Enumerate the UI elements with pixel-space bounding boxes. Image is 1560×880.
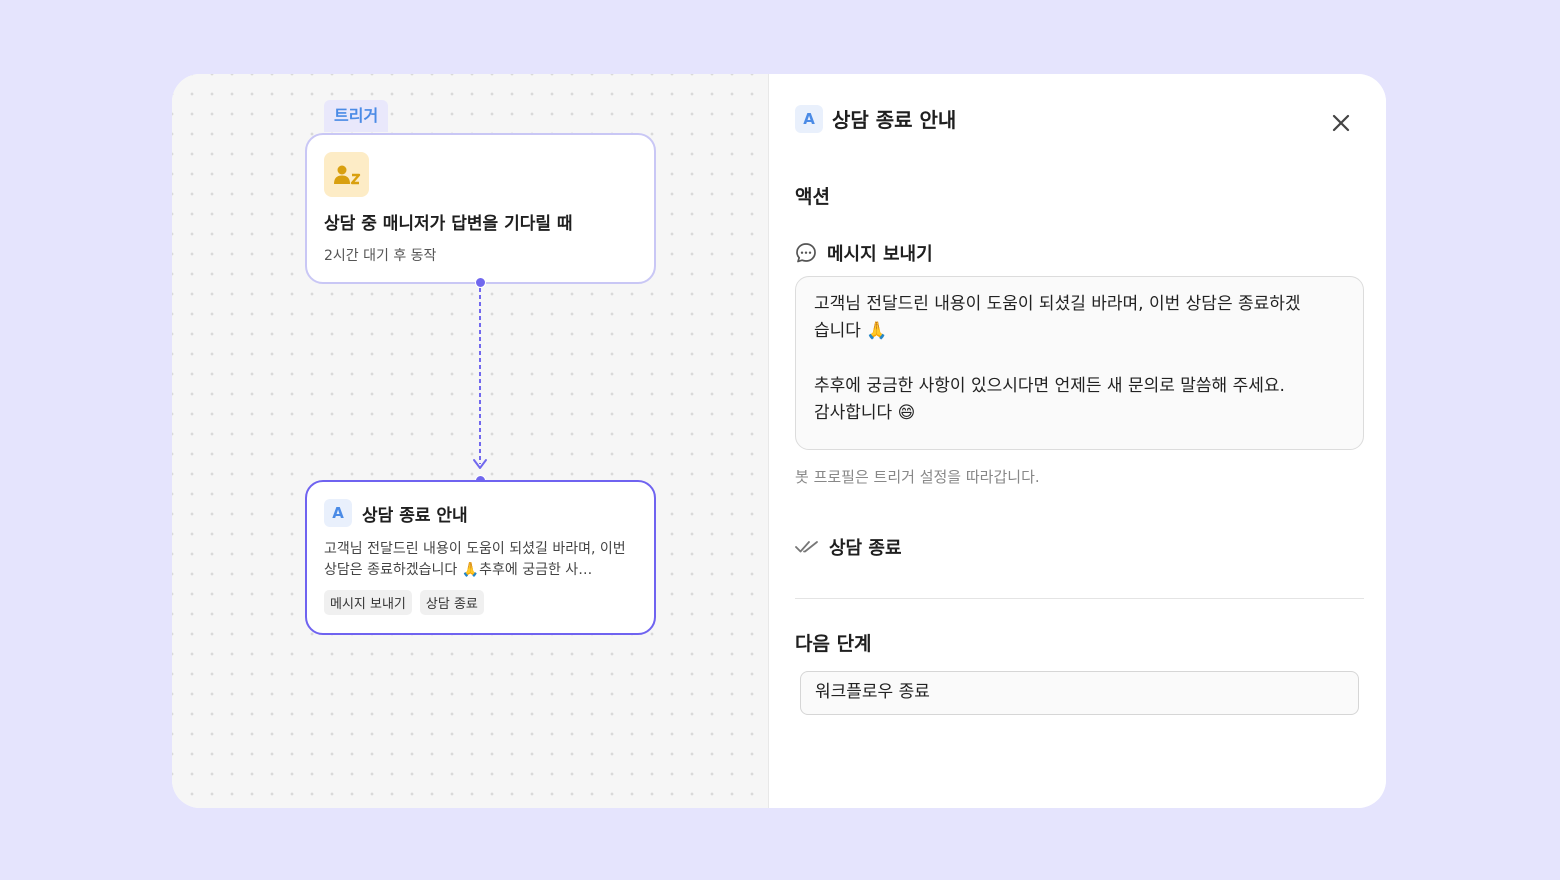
connector-arrow-icon xyxy=(473,459,487,469)
message-line: 고객님 전달드린 내용이 도움이 되셨길 바라며, 이번 상담은 종료하겠 xyxy=(814,294,1301,314)
message-textarea[interactable]: 고객님 전달드린 내용이 도움이 되셨길 바라며, 이번 상담은 종료하겠 습니… xyxy=(795,276,1364,450)
chip-send-message: 메시지 보내기 xyxy=(324,590,412,615)
action-node-description: 고객님 전달드린 내용이 도움이 되셨길 바라며, 이번 상담은 종료하겠습니다… xyxy=(324,541,626,578)
message-line: 추후에 궁금한 사항이 있으시다면 언제든 새 문의로 말씀해 주세요. xyxy=(814,376,1285,396)
workflow-editor: 트리거 상담 중 매니저가 답변을 기다릴 때 2시간 대기 후 동작 A 상담… xyxy=(172,74,1386,808)
connector-line xyxy=(479,288,481,464)
trigger-subtitle: 2시간 대기 후 동작 xyxy=(324,248,437,264)
message-line: 습니다 🙏 xyxy=(814,321,888,341)
bot-profile-hint: 봇 프로필은 트리거 설정을 따라갑니다. xyxy=(795,468,1040,486)
action-node-title: 상담 종료 안내 xyxy=(362,505,468,526)
message-line: 감사합니다 😄 xyxy=(814,403,916,423)
send-message-label: 메시지 보내기 xyxy=(827,244,933,265)
panel-badge: A xyxy=(795,104,823,133)
chip-close-chat: 상담 종료 xyxy=(419,590,484,615)
trigger-title: 상담 중 매니저가 답변을 기다릴 때 xyxy=(324,214,573,234)
close-icon xyxy=(1332,114,1350,132)
actions-heading: 액션 xyxy=(795,186,830,208)
trigger-tag: 트리거 xyxy=(324,100,389,132)
close-button[interactable] xyxy=(1325,107,1357,139)
send-message-label-row: 메시지 보내기 xyxy=(795,240,933,266)
action-badge: A xyxy=(324,499,352,527)
person-sleep-icon xyxy=(324,152,369,197)
double-check-icon xyxy=(795,541,818,553)
workflow-canvas[interactable]: 트리거 상담 중 매니저가 답변을 기다릴 때 2시간 대기 후 동작 A 상담… xyxy=(172,74,769,808)
action-detail-panel: A 상담 종료 안내 액션 메시지 보내기 고객님 전달드린 내용이 도움이 되… xyxy=(770,74,1386,808)
chat-bubble-icon xyxy=(796,243,816,263)
trigger-output-port[interactable] xyxy=(475,277,486,288)
divider xyxy=(795,598,1364,599)
trigger-node[interactable]: 상담 중 매니저가 답변을 기다릴 때 2시간 대기 후 동작 xyxy=(305,133,656,284)
next-step-select[interactable]: 워크플로우 종료 xyxy=(800,671,1359,715)
panel-title: 상담 종료 안내 xyxy=(832,108,957,132)
action-node[interactable]: A 상담 종료 안내 고객님 전달드린 내용이 도움이 되셨길 바라며, 이번 … xyxy=(305,480,656,635)
close-chat-label: 상담 종료 xyxy=(829,538,902,559)
next-step-heading: 다음 단계 xyxy=(795,633,872,655)
close-chat-label-row: 상담 종료 xyxy=(795,534,902,560)
